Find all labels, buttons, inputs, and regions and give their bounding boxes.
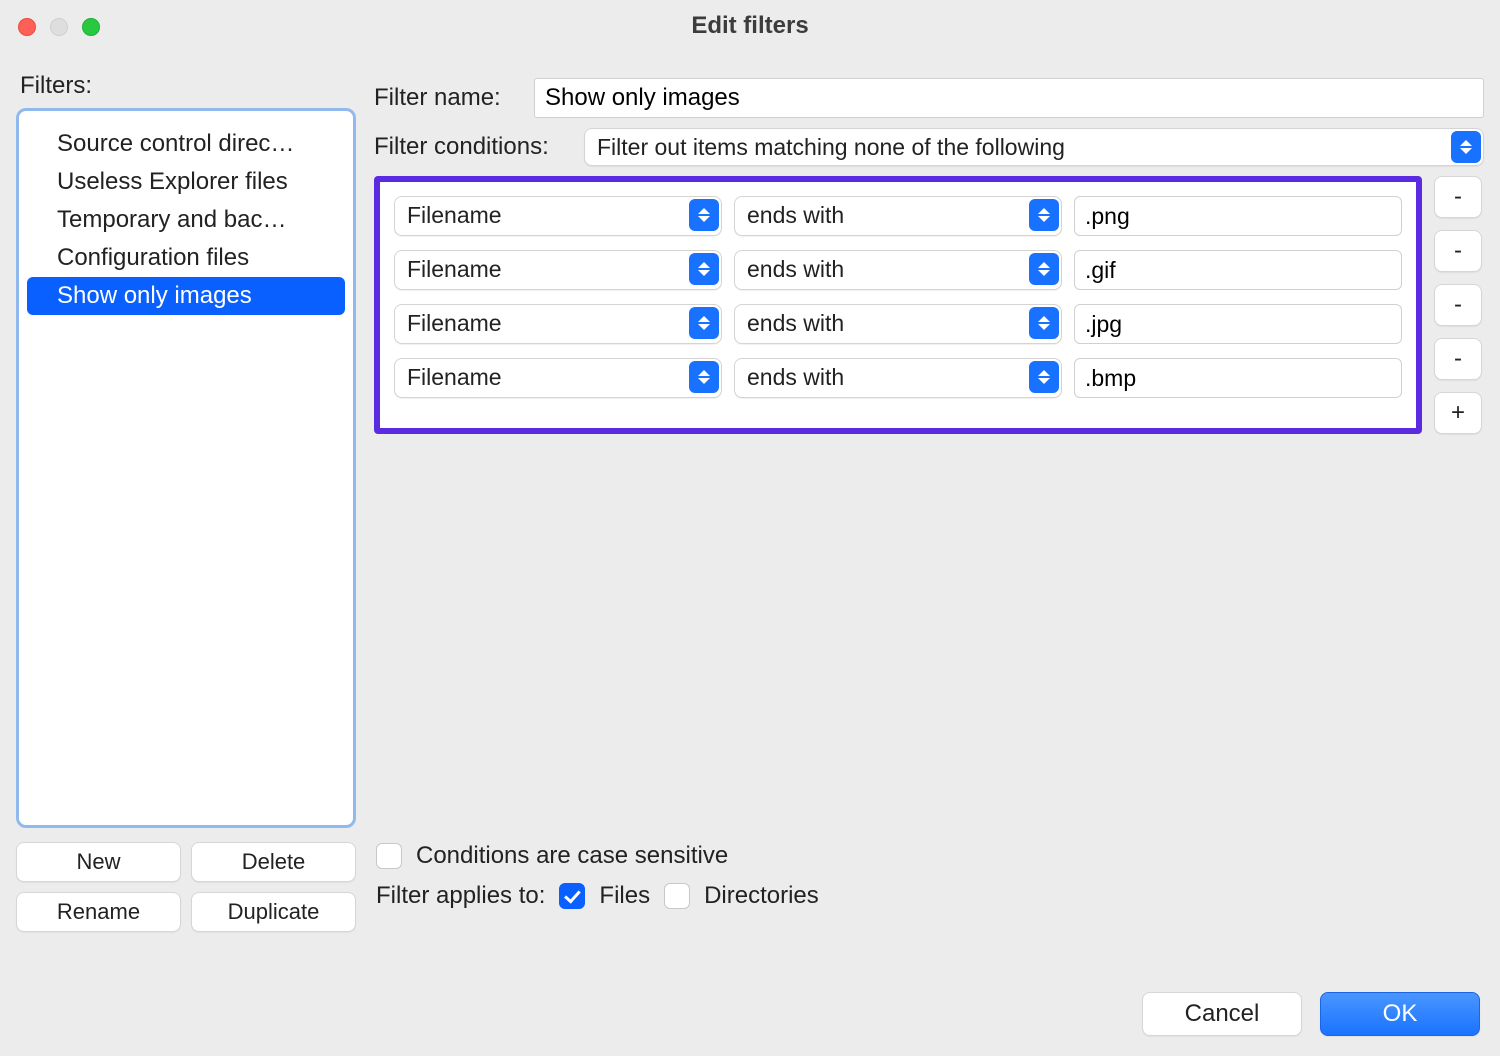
condition-attr-select[interactable]: Filename: [394, 250, 722, 290]
case-sensitive-label: Conditions are case sensitive: [416, 842, 728, 870]
condition-op-value: ends with: [734, 358, 1062, 398]
ok-button[interactable]: OK: [1320, 992, 1480, 1036]
condition-row: Filename ends with: [394, 304, 1402, 344]
filter-name-label: Filter name:: [374, 84, 524, 112]
filter-conditions-label: Filter conditions:: [374, 133, 574, 161]
close-window-button[interactable]: [18, 18, 36, 36]
condition-attr-value: Filename: [394, 358, 722, 398]
chevron-updown-icon: [1451, 131, 1481, 163]
conditions-frame: Filenameends withFilenameends withFilena…: [374, 176, 1422, 434]
condition-attr-select[interactable]: Filename: [394, 358, 722, 398]
condition-op-select[interactable]: ends with: [734, 196, 1062, 236]
remove-condition-button[interactable]: -: [1434, 338, 1482, 380]
chevron-updown-icon: [1029, 307, 1059, 339]
chevron-updown-icon: [1029, 199, 1059, 231]
applies-directories-label: Directories: [704, 882, 819, 910]
filter-list-item[interactable]: Show only images: [27, 277, 345, 315]
case-sensitive-checkbox[interactable]: [376, 843, 402, 869]
filter-list-item[interactable]: Useless Explorer files: [27, 163, 345, 201]
window-controls: [18, 18, 100, 36]
condition-value-input[interactable]: [1074, 250, 1402, 290]
filter-name-input[interactable]: [534, 78, 1484, 118]
condition-attr-select[interactable]: Filename: [394, 304, 722, 344]
remove-condition-button[interactable]: -: [1434, 230, 1482, 272]
titlebar: Edit filters: [0, 0, 1500, 52]
edit-filters-window: Edit filters Filters: Source control dir…: [0, 0, 1500, 1056]
condition-value-input[interactable]: [1074, 196, 1402, 236]
chevron-updown-icon: [689, 361, 719, 393]
add-condition-button[interactable]: +: [1434, 392, 1482, 434]
condition-op-select[interactable]: ends with: [734, 304, 1062, 344]
window-title: Edit filters: [691, 12, 808, 40]
chevron-updown-icon: [1029, 361, 1059, 393]
chevron-updown-icon: [689, 307, 719, 339]
filters-list-label: Filters:: [20, 72, 356, 100]
condition-row: Filename ends with: [394, 196, 1402, 236]
condition-op-value: ends with: [734, 304, 1062, 344]
condition-row-buttons: - - - - +: [1434, 176, 1484, 434]
condition-row: Filename ends with: [394, 358, 1402, 398]
remove-condition-button[interactable]: -: [1434, 176, 1482, 218]
applies-directories-checkbox[interactable]: [664, 883, 690, 909]
chevron-updown-icon: [689, 199, 719, 231]
conditions-mode-select[interactable]: Filter out items matching none of the fo…: [584, 128, 1484, 166]
applies-files-checkbox[interactable]: [559, 883, 585, 909]
condition-attr-value: Filename: [394, 250, 722, 290]
rename-filter-button[interactable]: Rename: [16, 892, 181, 932]
filter-list-item[interactable]: Configuration files: [27, 239, 345, 277]
condition-op-select[interactable]: ends with: [734, 358, 1062, 398]
chevron-updown-icon: [1029, 253, 1059, 285]
condition-row: Filename ends with: [394, 250, 1402, 290]
condition-value-input[interactable]: [1074, 358, 1402, 398]
applies-to-label: Filter applies to:: [376, 882, 545, 910]
filter-list-item[interactable]: Source control direc…: [27, 125, 345, 163]
condition-value-input[interactable]: [1074, 304, 1402, 344]
condition-op-value: ends with: [734, 250, 1062, 290]
filters-list[interactable]: Source control direc…Useless Explorer fi…: [16, 108, 356, 828]
condition-op-value: ends with: [734, 196, 1062, 236]
remove-condition-button[interactable]: -: [1434, 284, 1482, 326]
chevron-updown-icon: [689, 253, 719, 285]
condition-attr-select[interactable]: Filename: [394, 196, 722, 236]
condition-attr-value: Filename: [394, 304, 722, 344]
duplicate-filter-button[interactable]: Duplicate: [191, 892, 356, 932]
applies-files-label: Files: [599, 882, 650, 910]
cancel-button[interactable]: Cancel: [1142, 992, 1302, 1036]
delete-filter-button[interactable]: Delete: [191, 842, 356, 882]
zoom-window-button[interactable]: [82, 18, 100, 36]
new-filter-button[interactable]: New: [16, 842, 181, 882]
condition-attr-value: Filename: [394, 196, 722, 236]
condition-op-select[interactable]: ends with: [734, 250, 1062, 290]
filter-list-item[interactable]: Temporary and bac…: [27, 201, 345, 239]
conditions-mode-value: Filter out items matching none of the fo…: [584, 128, 1484, 166]
minimize-window-button[interactable]: [50, 18, 68, 36]
